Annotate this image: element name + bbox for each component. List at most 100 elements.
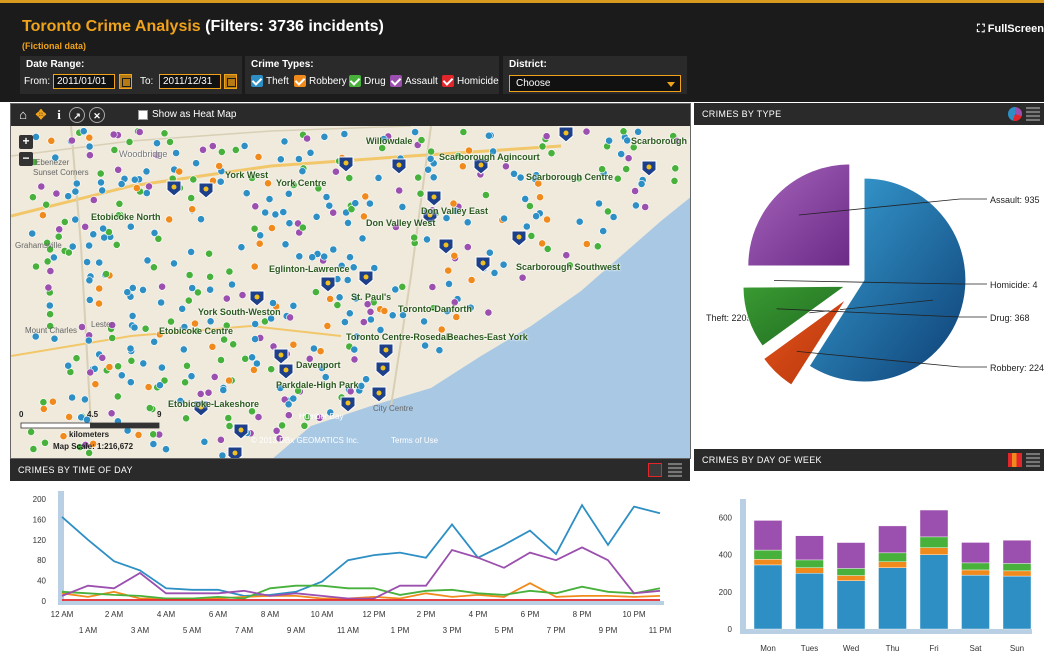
incident-marker[interactable] [167, 317, 175, 326]
incident-marker[interactable] [98, 186, 107, 195]
incident-marker[interactable] [365, 199, 374, 208]
incident-marker[interactable] [142, 189, 151, 197]
incident-marker[interactable] [37, 182, 46, 191]
incident-marker[interactable] [229, 340, 238, 349]
incident-marker[interactable] [295, 252, 304, 261]
incident-marker[interactable] [264, 179, 272, 188]
incident-marker[interactable] [527, 232, 536, 240]
incident-marker[interactable] [362, 375, 370, 384]
incident-marker[interactable] [141, 324, 150, 333]
incident-marker[interactable] [267, 365, 276, 374]
incident-marker[interactable] [325, 201, 334, 210]
bar-drug[interactable] [961, 562, 990, 571]
incident-marker[interactable] [547, 149, 556, 158]
incident-marker[interactable] [32, 262, 40, 271]
incident-marker[interactable] [71, 187, 80, 196]
incident-marker[interactable] [414, 173, 423, 182]
incident-marker[interactable] [499, 260, 508, 269]
incident-marker[interactable] [604, 207, 612, 216]
table-view-icon[interactable] [1026, 453, 1040, 467]
incident-marker[interactable] [272, 426, 281, 435]
incident-marker[interactable] [485, 248, 494, 257]
incident-marker[interactable] [340, 318, 349, 326]
incident-marker[interactable] [241, 354, 250, 363]
incident-marker[interactable] [32, 132, 40, 141]
incident-marker[interactable] [278, 421, 286, 430]
incident-marker[interactable] [490, 268, 499, 277]
incident-marker[interactable] [95, 299, 103, 308]
incident-marker[interactable] [265, 195, 274, 203]
incident-marker[interactable] [144, 383, 153, 391]
incident-marker[interactable] [130, 323, 139, 332]
incident-marker[interactable] [426, 154, 435, 163]
homicide-checkbox[interactable]: Homicide [442, 75, 499, 87]
bar-robbery[interactable] [919, 547, 949, 555]
incident-marker[interactable] [215, 162, 224, 170]
incident-marker[interactable] [44, 283, 53, 292]
incident-marker[interactable] [388, 311, 397, 320]
incident-marker[interactable] [187, 194, 196, 202]
incident-marker[interactable] [97, 178, 105, 187]
incident-marker[interactable] [256, 231, 265, 240]
incident-marker[interactable] [64, 192, 73, 201]
incident-marker[interactable] [188, 284, 197, 292]
incident-marker[interactable] [619, 127, 628, 136]
bar-theft[interactable] [795, 573, 824, 630]
incident-marker[interactable] [117, 180, 126, 188]
incident-marker[interactable] [46, 267, 55, 275]
incident-marker[interactable] [52, 189, 61, 198]
incident-marker[interactable] [113, 392, 122, 401]
incident-marker[interactable] [605, 136, 613, 145]
incident-marker[interactable] [79, 127, 88, 136]
incident-marker[interactable] [175, 167, 184, 176]
incident-marker[interactable] [518, 273, 527, 282]
incident-marker[interactable] [125, 137, 134, 146]
bar-drug[interactable] [836, 568, 866, 576]
bar-robbery[interactable] [961, 569, 990, 576]
incident-marker[interactable] [242, 189, 251, 198]
incident-marker[interactable] [279, 208, 288, 216]
incident-marker[interactable] [208, 342, 217, 351]
incident-marker[interactable] [251, 335, 259, 343]
incident-marker[interactable] [225, 422, 234, 430]
incident-marker[interactable] [622, 165, 631, 173]
incident-marker[interactable] [521, 195, 530, 203]
incident-marker[interactable] [64, 248, 73, 257]
incident-marker[interactable] [139, 285, 147, 294]
incident-marker[interactable] [298, 167, 307, 176]
incident-marker[interactable] [582, 240, 591, 248]
incident-marker[interactable] [411, 128, 419, 136]
incident-marker[interactable] [350, 345, 359, 354]
incident-marker[interactable] [135, 128, 144, 136]
incident-marker[interactable] [228, 280, 236, 289]
bar-robbery[interactable] [753, 559, 783, 566]
incident-marker[interactable] [316, 347, 325, 356]
incident-marker[interactable] [127, 356, 136, 365]
incident-marker[interactable] [222, 294, 231, 303]
incident-marker[interactable] [46, 310, 54, 319]
incident-marker[interactable] [267, 224, 276, 232]
incident-marker[interactable] [326, 294, 334, 303]
incident-marker[interactable] [251, 202, 260, 211]
incident-marker[interactable] [671, 164, 680, 173]
incident-marker[interactable] [284, 189, 293, 198]
robbery-checkbox[interactable]: Robbery [294, 75, 347, 87]
incident-marker[interactable] [105, 363, 114, 371]
bar-drug[interactable] [795, 559, 824, 568]
incident-marker[interactable] [500, 214, 508, 223]
bar-assault[interactable] [878, 525, 907, 554]
incident-marker[interactable] [200, 437, 209, 446]
incident-marker[interactable] [81, 395, 89, 404]
incident-marker[interactable] [395, 186, 404, 195]
zoom-in-button[interactable]: + [19, 135, 33, 149]
incident-marker[interactable] [220, 335, 228, 344]
incident-marker[interactable] [85, 276, 94, 285]
incident-marker[interactable] [47, 136, 56, 145]
incident-marker[interactable] [218, 451, 227, 459]
incident-marker[interactable] [43, 257, 52, 266]
bar-drug[interactable] [878, 552, 907, 562]
incident-marker[interactable] [89, 230, 98, 239]
bar-assault[interactable] [836, 542, 866, 569]
incident-marker[interactable] [238, 291, 247, 299]
incident-marker[interactable] [444, 266, 453, 275]
